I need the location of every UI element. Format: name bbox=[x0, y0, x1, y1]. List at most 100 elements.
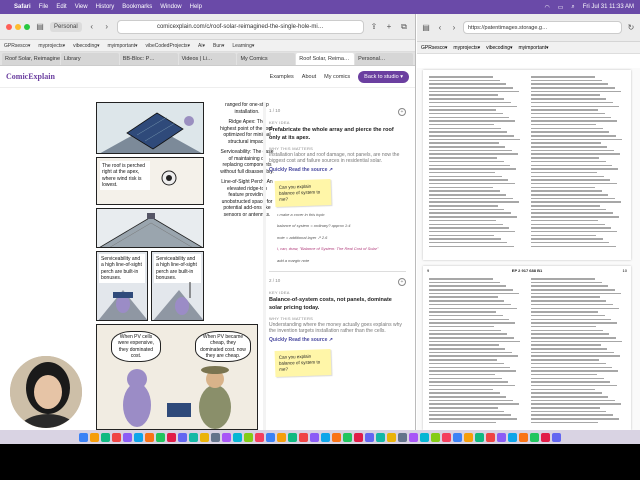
tab[interactable]: Videos | Li… bbox=[178, 53, 237, 65]
dock-app-icon[interactable] bbox=[189, 432, 198, 442]
dock-app-icon[interactable] bbox=[398, 432, 407, 442]
tab[interactable]: Personal… bbox=[355, 53, 414, 65]
site-logo[interactable]: ComicExplain bbox=[6, 72, 55, 81]
dock-app-icon[interactable] bbox=[508, 432, 517, 442]
dock-app-icon[interactable] bbox=[200, 432, 209, 442]
search-icon[interactable]: ⌕ bbox=[571, 4, 574, 11]
dock-app-icon[interactable] bbox=[255, 432, 264, 442]
dock-app-icon[interactable] bbox=[266, 432, 275, 442]
tab-active[interactable]: Roof Solar, Reima… bbox=[296, 53, 355, 65]
dock-app-icon[interactable] bbox=[211, 432, 220, 442]
dock-app-icon[interactable] bbox=[409, 432, 418, 442]
dock-app-icon[interactable] bbox=[442, 432, 451, 442]
dock-app-icon[interactable] bbox=[530, 432, 539, 442]
dock-app-icon[interactable] bbox=[123, 432, 132, 442]
sidebar-icon[interactable]: ▤ bbox=[421, 23, 431, 32]
dock-app-icon[interactable] bbox=[233, 432, 242, 442]
read-source-link[interactable]: Quickly Read the source ↗ bbox=[269, 337, 406, 344]
sticky-note[interactable]: Can you explain balance of system to me? bbox=[274, 178, 332, 208]
nav-about[interactable]: About bbox=[302, 74, 316, 80]
bookmark-folder[interactable]: myprojects▾ bbox=[453, 45, 480, 51]
address-bar[interactable]: comicexplain.com/c/roof-solar-reimagined… bbox=[116, 19, 364, 34]
bookmark-folder[interactable]: myimportant▾ bbox=[108, 43, 138, 49]
dock-app-icon[interactable] bbox=[453, 432, 462, 442]
dock-app-icon[interactable] bbox=[552, 432, 561, 442]
bookmark-folder[interactable]: GPRsesco▾ bbox=[4, 43, 30, 49]
dock-app-icon[interactable] bbox=[354, 432, 363, 442]
nav-my-comics[interactable]: My comics bbox=[324, 74, 350, 80]
dock-app-icon[interactable] bbox=[387, 432, 396, 442]
dock-app-icon[interactable] bbox=[90, 432, 99, 442]
dock-app-icon[interactable] bbox=[101, 432, 110, 442]
sidebar-icon[interactable]: ▤ bbox=[35, 22, 45, 31]
dock-app-icon[interactable] bbox=[299, 432, 308, 442]
dock-app-icon[interactable] bbox=[541, 432, 550, 442]
forward-icon[interactable]: › bbox=[449, 23, 459, 32]
bookmark-folder[interactable]: Ai▾ bbox=[198, 43, 205, 49]
dock-app-icon[interactable] bbox=[79, 432, 88, 442]
address-bar[interactable]: https://patentimages.storage.g… bbox=[463, 21, 622, 34]
dock-app-icon[interactable] bbox=[431, 432, 440, 442]
dock-app-icon[interactable] bbox=[244, 432, 253, 442]
menu-window[interactable]: Window bbox=[160, 4, 181, 10]
dock-app-icon[interactable] bbox=[365, 432, 374, 442]
back-to-studio-button[interactable]: Back to studio ▾ bbox=[358, 70, 409, 83]
wifi-icon[interactable]: ◠ bbox=[544, 4, 549, 11]
clock[interactable]: Fri Jul 31 11:33 AM bbox=[583, 4, 634, 10]
reload-icon[interactable]: ↻ bbox=[626, 23, 636, 32]
bookmark-folder[interactable]: Learning▾ bbox=[232, 43, 254, 49]
dock-app-icon[interactable] bbox=[112, 432, 121, 442]
tab[interactable]: My Comics bbox=[237, 53, 296, 65]
menu-bookmarks[interactable]: Bookmarks bbox=[122, 4, 152, 10]
dock-app-icon[interactable] bbox=[420, 432, 429, 442]
dock-app-icon[interactable] bbox=[277, 432, 286, 442]
dock-app-icon[interactable] bbox=[156, 432, 165, 442]
menu-app-name[interactable]: Safari bbox=[14, 4, 31, 10]
tab[interactable]: Roof Solar, Reimagine… bbox=[2, 53, 60, 65]
bookmark-folder[interactable]: GPRsesco▾ bbox=[421, 45, 447, 51]
close-window-button[interactable] bbox=[6, 23, 12, 30]
dock-app-icon[interactable] bbox=[222, 432, 231, 442]
dock-app-icon[interactable] bbox=[486, 432, 495, 442]
dock-app-icon[interactable] bbox=[134, 432, 143, 442]
back-icon[interactable]: ‹ bbox=[435, 23, 445, 32]
bookmark-folder[interactable]: vibecoding▾ bbox=[73, 43, 99, 49]
dock-app-icon[interactable] bbox=[310, 432, 319, 442]
back-icon[interactable]: ‹ bbox=[87, 22, 97, 31]
dock-app-icon[interactable] bbox=[167, 432, 176, 442]
share-icon[interactable]: ⇪ bbox=[369, 22, 379, 31]
menu-file[interactable]: File bbox=[39, 4, 49, 10]
menu-history[interactable]: History bbox=[96, 4, 115, 10]
bookmark-folder[interactable]: vibecoding▾ bbox=[486, 45, 512, 51]
tab[interactable]: Library bbox=[60, 53, 119, 65]
dock-app-icon[interactable] bbox=[332, 432, 341, 442]
tab-overview-icon[interactable]: ⧉ bbox=[399, 22, 409, 32]
bookmark-folder[interactable]: vibeCodedProjects▾ bbox=[146, 43, 190, 49]
menu-help[interactable]: Help bbox=[190, 4, 202, 10]
minimize-window-button[interactable] bbox=[15, 23, 21, 30]
dock-app-icon[interactable] bbox=[519, 432, 528, 442]
sticky-note[interactable]: Can you explain balance of system to me? bbox=[274, 348, 332, 378]
dock-app-icon[interactable] bbox=[145, 432, 154, 442]
add-note-icon[interactable]: + bbox=[398, 278, 406, 287]
dock-app-icon[interactable] bbox=[343, 432, 352, 442]
dock-app-icon[interactable] bbox=[178, 432, 187, 442]
bookmark-folder[interactable]: myimportant▾ bbox=[519, 45, 549, 51]
battery-icon[interactable]: ▭ bbox=[558, 4, 564, 11]
dock-app-icon[interactable] bbox=[497, 432, 506, 442]
tab[interactable]: BB-Bloc: P… bbox=[119, 53, 178, 65]
profile-selector[interactable]: Personal bbox=[50, 21, 82, 32]
dock-app-icon[interactable] bbox=[464, 432, 473, 442]
nav-examples[interactable]: Examples bbox=[270, 74, 294, 80]
zoom-window-button[interactable] bbox=[24, 23, 30, 30]
add-note-icon[interactable]: + bbox=[398, 108, 406, 116]
dock-app-icon[interactable] bbox=[321, 432, 330, 442]
new-tab-icon[interactable]: + bbox=[384, 22, 394, 31]
bookmark-folder[interactable]: Bun▾ bbox=[213, 43, 224, 49]
read-source-link[interactable]: Quickly Read the source ↗ bbox=[269, 167, 406, 174]
dock-app-icon[interactable] bbox=[288, 432, 297, 442]
webcam-overlay[interactable] bbox=[8, 354, 84, 430]
menu-view[interactable]: View bbox=[75, 4, 88, 10]
bookmark-folder[interactable]: myprojects▾ bbox=[38, 43, 65, 49]
dock-app-icon[interactable] bbox=[376, 432, 385, 442]
